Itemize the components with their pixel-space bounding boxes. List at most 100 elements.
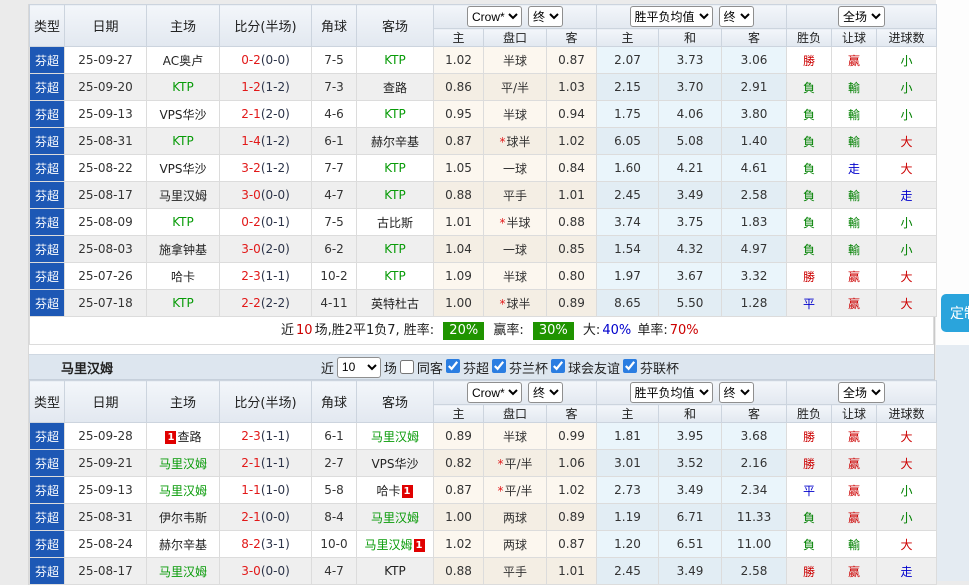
result-wl: 勝 [787,47,832,74]
corner-count: 6-2 [312,236,357,263]
match-row: 芬超25-09-20KTP1-2(1-2)7-3查路0.86平/半1.032.1… [30,74,937,101]
col-header-result-wl: 胜负 [787,29,832,47]
handicap-line: 两球 [484,531,547,558]
corner-count: 10-0 [312,531,357,558]
customize-button[interactable]: 定制 [941,294,969,332]
result-wl: 平 [787,290,832,317]
col-header-score: 比分(半场) [220,381,312,423]
league-checkbox-1[interactable] [492,359,506,373]
ktp-odds-source-select[interactable]: Crow* [467,6,522,27]
result-handicap: 走 [832,155,877,182]
col-header-type: 类型 [30,5,65,47]
score: 3-0(2-0) [220,236,312,263]
col-header-corner: 角球 [312,5,357,47]
avg-draw: 3.52 [659,450,722,477]
league-checkbox-3[interactable] [623,359,637,373]
home-team: AC奥卢 [147,47,220,74]
home-team: 1查路 [147,423,220,450]
away-team: KTP [357,47,434,74]
result-wl: 勝 [787,423,832,450]
odds-away: 0.99 [547,423,597,450]
match-date: 25-08-31 [65,128,147,155]
col-header-type: 类型 [30,381,65,423]
ktp-avg-source-select[interactable]: 胜平负均值 [630,6,713,27]
summary-record: 场,胜2平1负7, 胜率: [315,323,435,338]
result-handicap: 赢 [832,290,877,317]
goals-result: 大 [877,155,937,182]
avg-away: 11.00 [722,531,787,558]
home-team: KTP [147,290,220,317]
mariehamn-odds-source-select[interactable]: Crow* [467,382,522,403]
league-badge: 芬超 [30,558,65,585]
odds-away: 0.87 [547,47,597,74]
same-away-checkbox[interactable] [400,360,414,374]
match-date: 25-08-17 [65,558,147,585]
score: 1-4(1-2) [220,128,312,155]
col-header-odds-home: 主 [434,405,484,423]
ktp-odds-period-select[interactable]: 终 [528,6,563,27]
score: 3-0(0-0) [220,182,312,209]
ktp-scope-select[interactable]: 全场 [838,6,885,27]
recent-count-select[interactable]: 10 [337,357,381,378]
league-badge: 芬超 [30,155,65,182]
odds-home: 1.05 [434,155,484,182]
result-handicap: 輸 [832,236,877,263]
match-row: 芬超25-08-03施拿钟基3-0(2-0)6-2KTP1.04一球0.851.… [30,236,937,263]
handicap-line: *球半 [484,128,547,155]
league-label-3: 芬联杯 [640,362,679,377]
score: 3-0(0-0) [220,558,312,585]
odds-home: 0.89 [434,423,484,450]
league-badge: 芬超 [30,236,65,263]
match-date: 25-09-28 [65,423,147,450]
score: 2-1(0-0) [220,504,312,531]
mariehamn-odds-period-select[interactable]: 终 [528,382,563,403]
away-team: KTP [357,155,434,182]
handicap-line: 半球 [484,423,547,450]
handicap-line: 一球 [484,236,547,263]
corner-count: 4-6 [312,101,357,128]
odds-home: 0.87 [434,128,484,155]
corner-count: 7-5 [312,47,357,74]
corner-count: 7-7 [312,155,357,182]
league-checkbox-2[interactable] [551,359,565,373]
avg-home: 2.45 [597,558,659,585]
goals-result: 小 [877,101,937,128]
ktp-avg-period-select[interactable]: 终 [719,6,754,27]
mariehamn-scope-select[interactable]: 全场 [838,382,885,403]
odds-away: 0.85 [547,236,597,263]
match-date: 25-08-24 [65,531,147,558]
goals-result: 大 [877,531,937,558]
odds-away: 1.01 [547,182,597,209]
result-wl: 負 [787,74,832,101]
corner-count: 4-7 [312,182,357,209]
result-wl: 負 [787,504,832,531]
match-date: 25-09-13 [65,477,147,504]
avg-away: 1.40 [722,128,787,155]
goals-result: 小 [877,477,937,504]
odds-home: 0.86 [434,74,484,101]
result-wl: 勝 [787,558,832,585]
goals-result: 大 [877,423,937,450]
avg-away: 1.83 [722,209,787,236]
near-label: 近 [321,358,334,377]
league-checkbox-0[interactable] [446,359,460,373]
odds-home: 0.87 [434,477,484,504]
league-badge: 芬超 [30,423,65,450]
score: 2-1(2-0) [220,101,312,128]
result-wl: 負 [787,209,832,236]
avg-draw: 3.49 [659,558,722,585]
mariehamn-avg-source-select[interactable]: 胜平负均值 [630,382,713,403]
corner-count: 2-7 [312,450,357,477]
mariehamn-history-table: 类型日期主场比分(半场)角球客场Crow*终胜平负均值终全场主盘口客主和客胜负让… [29,380,934,585]
mariehamn-avg-period-select[interactable]: 终 [719,382,754,403]
score: 0-2(0-0) [220,47,312,74]
avg-home: 1.75 [597,101,659,128]
col-header-corner: 角球 [312,381,357,423]
odds-away: 0.94 [547,101,597,128]
league-label-0: 芬超 [463,362,489,377]
match-row: 芬超25-09-13马里汉姆1-1(1-0)5-8哈卡10.87*平/半1.02… [30,477,937,504]
league-badge: 芬超 [30,531,65,558]
result-handicap: 赢 [832,477,877,504]
home-team: 伊尔韦斯 [147,504,220,531]
odds-group-header: Crow* 终 [434,5,597,29]
